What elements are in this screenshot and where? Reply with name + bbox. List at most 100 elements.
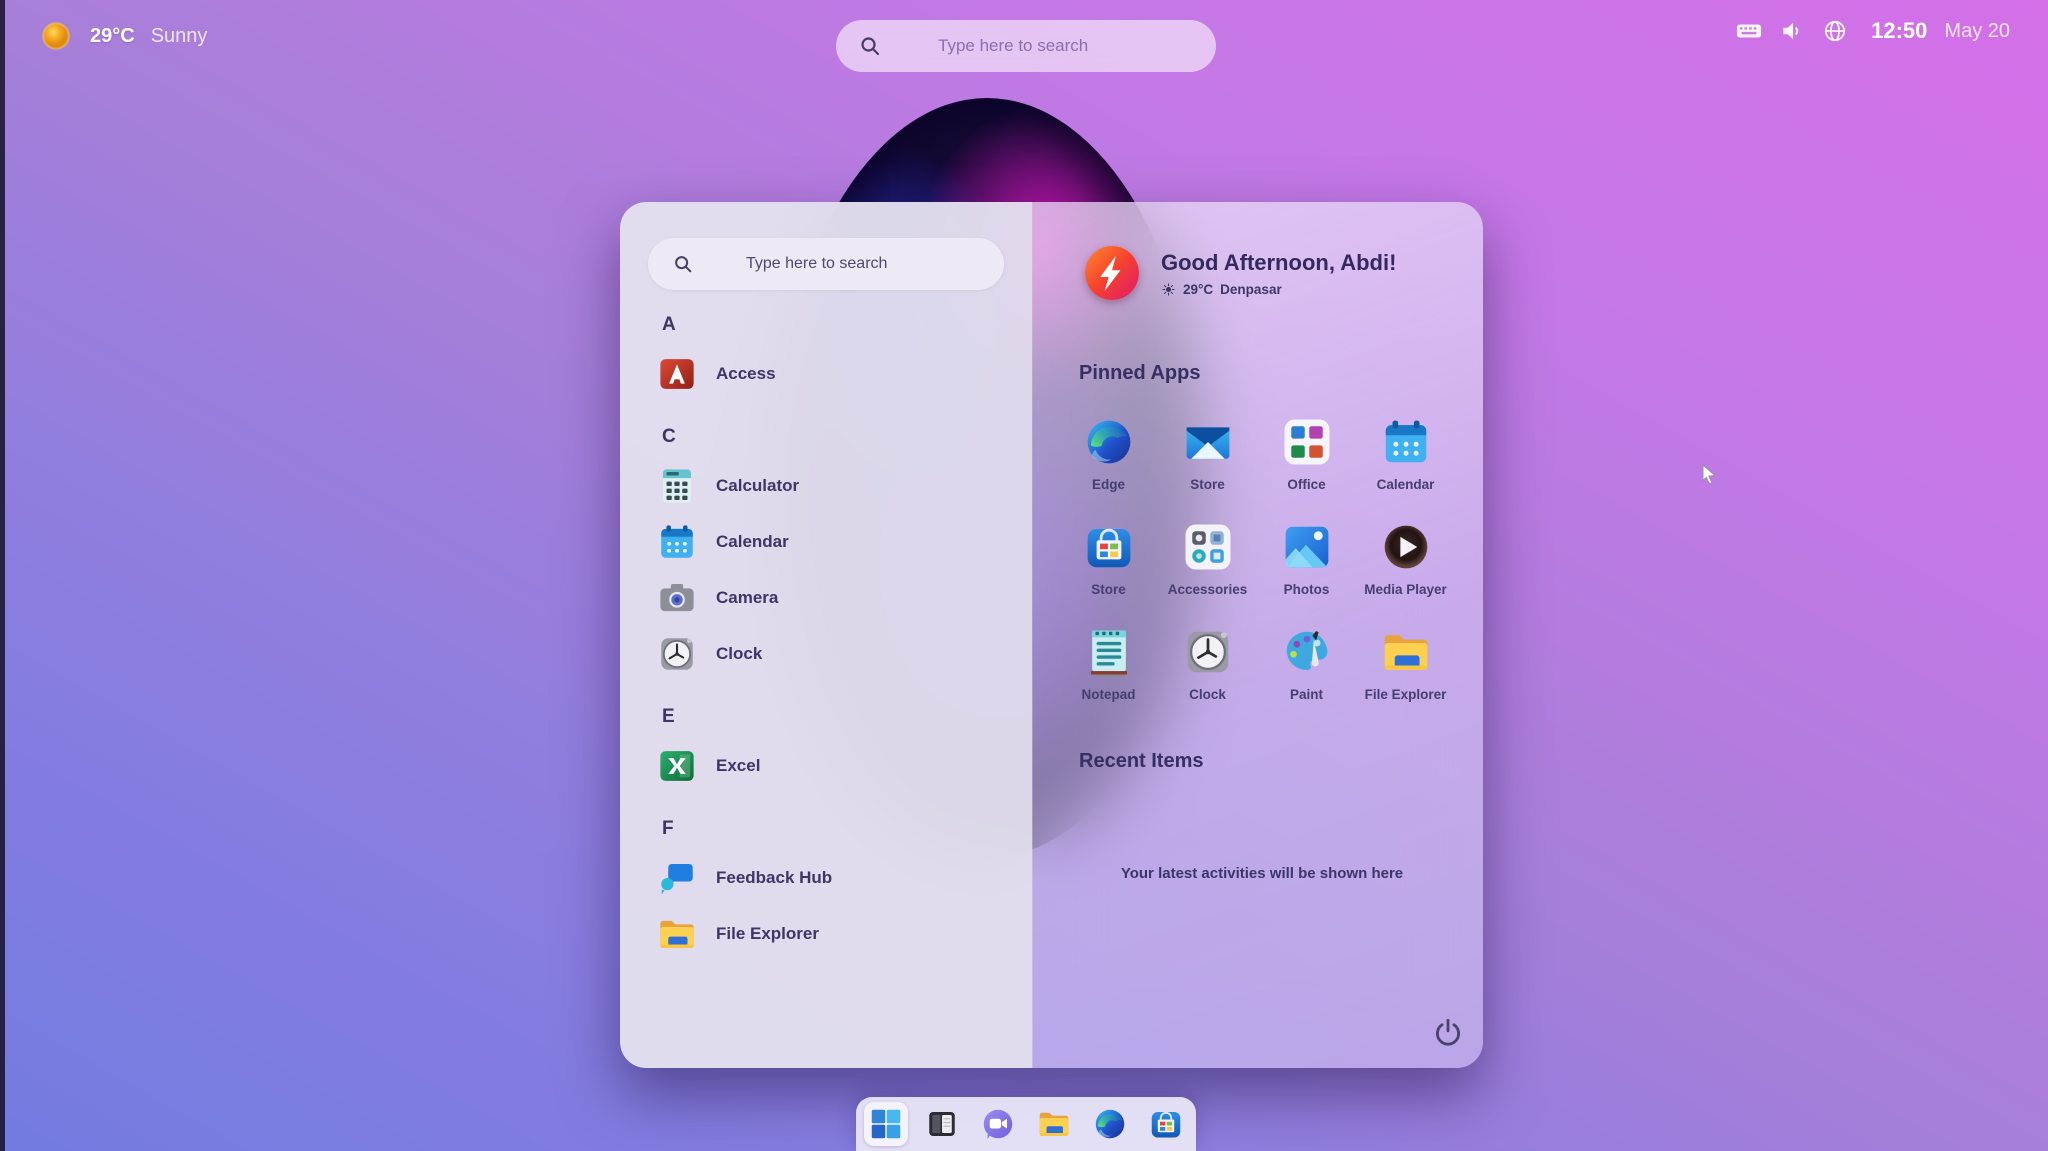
greeting-city: Denpasar — [1220, 282, 1282, 297]
weather-condition: Sunny — [151, 25, 208, 48]
greeting-title: Good Afternoon, Abdi! — [1161, 250, 1396, 276]
desktop-search-input[interactable] — [882, 36, 1194, 56]
dock-notebook-app[interactable] — [920, 1102, 964, 1146]
camera-icon — [656, 577, 698, 619]
pinned-app-accessories[interactable]: Accessories — [1158, 516, 1257, 601]
notebook-icon — [924, 1106, 960, 1142]
screen-edge — [0, 0, 5, 1151]
app-label: Feedback Hub — [716, 868, 832, 888]
pinned-app-store-mail[interactable]: Store — [1158, 411, 1257, 496]
app-row-calculator[interactable]: Calculator — [648, 458, 1004, 514]
pinned-app-photos[interactable]: Photos — [1257, 516, 1356, 601]
paint-icon — [1280, 625, 1334, 679]
app-row-clock[interactable]: Clock — [648, 626, 1004, 682]
pinned-app-label: Office — [1287, 477, 1325, 492]
section-letter[interactable]: A — [662, 314, 1004, 336]
user-header: Good Afternoon, Abdi! 29°C Denpasar — [1085, 246, 1455, 300]
start-menu: A Access C Calculator Calendar Camera Cl… — [620, 202, 1483, 1068]
pinned-app-label: Store — [1190, 477, 1225, 492]
app-row-access[interactable]: Access — [648, 346, 1004, 402]
avatar[interactable] — [1085, 246, 1139, 300]
chat-icon — [980, 1106, 1016, 1142]
dock-chat-app[interactable] — [976, 1102, 1020, 1146]
pinned-app-label: Photos — [1284, 582, 1330, 597]
photos-icon — [1280, 520, 1334, 574]
mouse-cursor — [1697, 462, 1721, 486]
calendar-icon — [1379, 415, 1433, 469]
app-label: Clock — [716, 644, 762, 664]
pinned-app-clock[interactable]: Clock — [1158, 621, 1257, 706]
top-bar: 29°C Sunny 12:50 May 20 — [0, 0, 2048, 72]
weather-widget[interactable]: 29°C Sunny — [38, 18, 207, 54]
app-label: File Explorer — [716, 924, 819, 944]
app-row-feedback-hub[interactable]: Feedback Hub — [648, 850, 1004, 906]
power-button[interactable] — [1431, 1016, 1465, 1050]
store-icon — [1148, 1106, 1184, 1142]
keyboard-icon[interactable] — [1736, 18, 1762, 44]
pinned-app-edge[interactable]: Edge — [1059, 411, 1158, 496]
search-icon — [672, 253, 694, 275]
dock-start-button[interactable] — [864, 1102, 908, 1146]
pinned-app-office[interactable]: Office — [1257, 411, 1356, 496]
office-icon — [1280, 415, 1334, 469]
edge-icon — [1082, 415, 1136, 469]
sun-icon — [38, 18, 74, 54]
clock-icon — [656, 633, 698, 675]
volume-icon[interactable] — [1779, 18, 1805, 44]
pinned-app-store[interactable]: Store — [1059, 516, 1158, 601]
tray-date[interactable]: May 20 — [1944, 20, 2010, 43]
app-row-file-explorer[interactable]: File Explorer — [648, 906, 1004, 962]
start-menu-search-bar[interactable] — [648, 238, 1004, 290]
app-label: Calculator — [716, 476, 799, 496]
sun-small-icon — [1161, 282, 1176, 297]
pinned-app-label: Store — [1091, 582, 1126, 597]
feedback-hub-icon — [656, 857, 698, 899]
section-letter[interactable]: E — [662, 706, 1004, 728]
recent-items-empty-text: Your latest activities will be shown her… — [1069, 865, 1455, 882]
windows-logo-icon — [868, 1106, 904, 1142]
app-row-calendar[interactable]: Calendar — [648, 514, 1004, 570]
greeting-weather: 29°C Denpasar — [1161, 282, 1396, 297]
network-icon[interactable] — [1822, 18, 1848, 44]
section-letter[interactable]: C — [662, 426, 1004, 448]
app-label: Camera — [716, 588, 778, 608]
media-player-icon — [1379, 520, 1433, 574]
app-label: Calendar — [716, 532, 789, 552]
pinned-app-notepad[interactable]: Notepad — [1059, 621, 1158, 706]
app-row-camera[interactable]: Camera — [648, 570, 1004, 626]
pinned-app-label: Media Player — [1364, 582, 1447, 597]
clock-icon — [1181, 625, 1235, 679]
desktop-search-bar[interactable] — [836, 20, 1216, 72]
pinned-app-label: Calendar — [1377, 477, 1435, 492]
start-menu-right-panel: Good Afternoon, Abdi! 29°C Denpasar Pinn… — [1032, 202, 1483, 1068]
dock-file-explorer[interactable] — [1032, 1102, 1076, 1146]
pinned-app-label: File Explorer — [1365, 687, 1447, 702]
notepad-icon — [1082, 625, 1136, 679]
pinned-app-media-player[interactable]: Media Player — [1356, 516, 1455, 601]
recent-items-heading: Recent Items — [1079, 750, 1455, 773]
edge-icon — [1092, 1106, 1128, 1142]
pinned-app-label: Notepad — [1082, 687, 1136, 702]
dock-edge[interactable] — [1088, 1102, 1132, 1146]
section-letter[interactable]: F — [662, 818, 1004, 840]
pinned-app-file-explorer[interactable]: File Explorer — [1356, 621, 1455, 706]
app-label: Access — [716, 364, 776, 384]
app-list: A Access C Calculator Calendar Camera Cl… — [648, 314, 1004, 962]
file-explorer-icon — [656, 913, 698, 955]
start-menu-search-input[interactable] — [694, 255, 980, 273]
taskbar-dock — [856, 1097, 1196, 1151]
pinned-app-paint[interactable]: Paint — [1257, 621, 1356, 706]
tray-clock[interactable]: 12:50 — [1871, 18, 1927, 44]
calculator-icon — [656, 465, 698, 507]
pinned-apps-heading: Pinned Apps — [1079, 362, 1455, 385]
pinned-app-label: Edge — [1092, 477, 1125, 492]
file-explorer-icon — [1379, 625, 1433, 679]
excel-icon — [656, 745, 698, 787]
file-explorer-icon — [1036, 1106, 1072, 1142]
app-label: Excel — [716, 756, 760, 776]
dock-store[interactable] — [1144, 1102, 1188, 1146]
app-row-excel[interactable]: Excel — [648, 738, 1004, 794]
pinned-app-label: Paint — [1290, 687, 1323, 702]
pinned-app-calendar[interactable]: Calendar — [1356, 411, 1455, 496]
weather-temp: 29°C — [90, 25, 135, 48]
